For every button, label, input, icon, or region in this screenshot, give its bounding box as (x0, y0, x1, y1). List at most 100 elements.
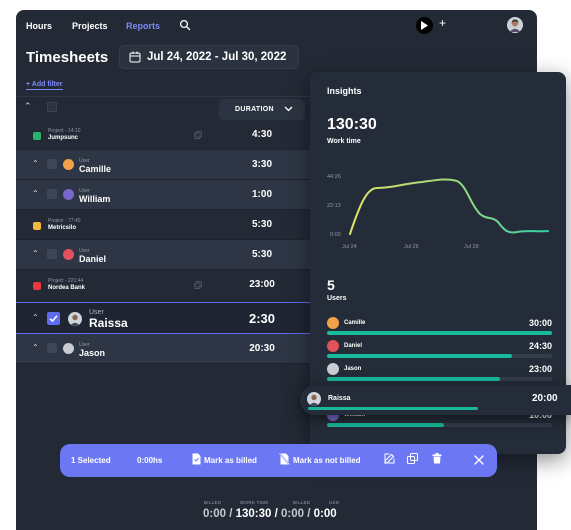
daniel-avatar (63, 249, 74, 260)
project-name: Jumpsunc (48, 135, 79, 141)
plus-icon[interactable]: + (439, 16, 446, 30)
project-color-icon (33, 282, 41, 290)
user-progress-name: Camille (344, 320, 366, 326)
insights-users-label: Users (327, 295, 347, 302)
insights-total-label: Work time (327, 138, 361, 145)
user-name: William (79, 194, 111, 204)
row-meta: Project - 221:44 (48, 278, 84, 284)
insights-title: Insights (327, 86, 362, 96)
highlighted-progress-fill (308, 407, 478, 410)
footer-work-time: 130:30 / (235, 508, 278, 520)
avatar-icon (70, 314, 80, 326)
selected-count: 1 Selected (71, 456, 111, 465)
project-color-icon (33, 132, 41, 140)
avatar-icon (309, 394, 319, 406)
duration-value: 2:30 (248, 311, 276, 326)
highlighted-user-card[interactable]: Raissa 20:00 (300, 385, 571, 415)
mark-as-billed-button[interactable]: Mark as billed (204, 456, 257, 465)
insights-users-count: 5 (327, 277, 335, 293)
avatar-icon (507, 17, 523, 33)
work-time-line-chart: 44:26 22:13 0:00 Jul 24 Jul 26 Jul 28 (327, 174, 549, 250)
progress-fill (327, 331, 552, 335)
progress-track (327, 423, 552, 427)
y-tick-label: 44:26 (327, 174, 341, 180)
nav-hours[interactable]: Hours (26, 21, 52, 31)
collapse-chevron-icon[interactable]: ⌃ (32, 343, 39, 352)
copy-icon[interactable] (194, 131, 202, 139)
duration-value: 3:30 (251, 159, 272, 170)
user-progress-row: Camille 30:00 (327, 317, 552, 340)
duplicate-icon[interactable] (407, 453, 418, 464)
william-avatar (63, 189, 74, 200)
footer-label-billed: BILLED (204, 500, 222, 505)
footer-label-work-time: WORK TIME (240, 500, 269, 505)
project-name: Metricsilo (48, 225, 77, 231)
user-name: Raissa (89, 316, 128, 330)
collapse-chevron-icon[interactable]: ⌃ (32, 159, 39, 168)
x-tick-label: Jul 24 (342, 244, 357, 250)
collapse-chevron-icon[interactable]: ⌃ (32, 313, 39, 322)
user-name: Daniel (79, 254, 107, 264)
progress-fill (327, 377, 501, 381)
close-icon[interactable] (474, 455, 484, 465)
collapse-all-chevron-icon[interactable]: ⌃ (24, 101, 32, 112)
user-progress-time: 24:30 (528, 341, 552, 351)
user-progress-row: Jason 23:00 (327, 363, 552, 386)
y-tick-label: 22:13 (327, 203, 341, 209)
duration-value: 20:30 (249, 343, 275, 354)
progress-fill (327, 423, 444, 427)
row-meta: User (89, 309, 104, 316)
nav-reports[interactable]: Reports (126, 21, 160, 31)
jason-avatar (63, 343, 74, 354)
user-progress-row: Daniel 24:30 (327, 340, 552, 363)
copy-icon[interactable] (194, 281, 202, 289)
row-checkbox[interactable] (47, 159, 57, 169)
select-all-checkbox[interactable] (47, 102, 57, 112)
row-checkbox[interactable] (47, 189, 57, 199)
collapse-chevron-icon[interactable]: ⌃ (32, 189, 39, 198)
selected-time: 0:00hs (137, 456, 163, 465)
project-color-icon (33, 222, 41, 230)
collapse-chevron-icon[interactable]: ⌃ (32, 249, 39, 258)
trash-icon[interactable] (432, 453, 442, 464)
page-title: Timesheets (26, 49, 109, 66)
row-checkbox[interactable] (47, 343, 57, 353)
raissa-avatar (307, 392, 321, 406)
chevron-down-icon (284, 106, 293, 112)
y-tick-label: 0:00 (330, 232, 341, 238)
row-checkbox-checked[interactable] (47, 312, 60, 325)
user-name: Jason (79, 348, 106, 358)
user-name: Camille (79, 164, 112, 174)
date-range-picker[interactable]: Jul 24, 2022 - Jul 30, 2022 (119, 45, 299, 69)
nav-projects[interactable]: Projects (72, 21, 108, 31)
duration-sort-button[interactable]: DURATION (219, 99, 305, 121)
play-timer-button[interactable] (416, 17, 433, 34)
add-filter-link[interactable]: + Add filter (26, 81, 63, 90)
jason-avatar (327, 363, 339, 375)
progress-fill (327, 354, 512, 358)
raissa-avatar (68, 312, 82, 326)
camille-avatar (63, 159, 74, 170)
progress-track (327, 354, 552, 358)
edit-icon[interactable] (384, 453, 395, 464)
progress-track (327, 331, 552, 335)
search-icon[interactable] (179, 19, 191, 31)
top-nav: Hours Projects Reports + (16, 10, 537, 42)
check-icon (49, 315, 58, 323)
duration-header-label: DURATION (235, 106, 274, 113)
user-progress-name: Jason (344, 366, 362, 372)
duration-value: 1:00 (251, 189, 272, 200)
user-avatar[interactable] (507, 17, 523, 33)
date-range-label: Jul 24, 2022 - Jul 30, 2022 (147, 51, 287, 63)
row-checkbox[interactable] (47, 249, 57, 259)
mark-as-not-billed-button[interactable]: Mark as not billed (293, 456, 361, 465)
progress-track (327, 377, 552, 381)
footer-label-usd: USD (329, 500, 340, 505)
duration-value: 5:30 (251, 219, 272, 230)
highlighted-user-time: 20:00 (532, 393, 558, 404)
user-progress-time: 23:00 (528, 364, 552, 374)
not-billed-doc-icon (279, 453, 290, 465)
row-meta: Project - 14:10 (48, 128, 81, 134)
footer-values: 0:00 / 130:30 / 0:00 / 0:00 (203, 508, 337, 520)
footer-label-billed-amount: BILLED (293, 500, 311, 505)
